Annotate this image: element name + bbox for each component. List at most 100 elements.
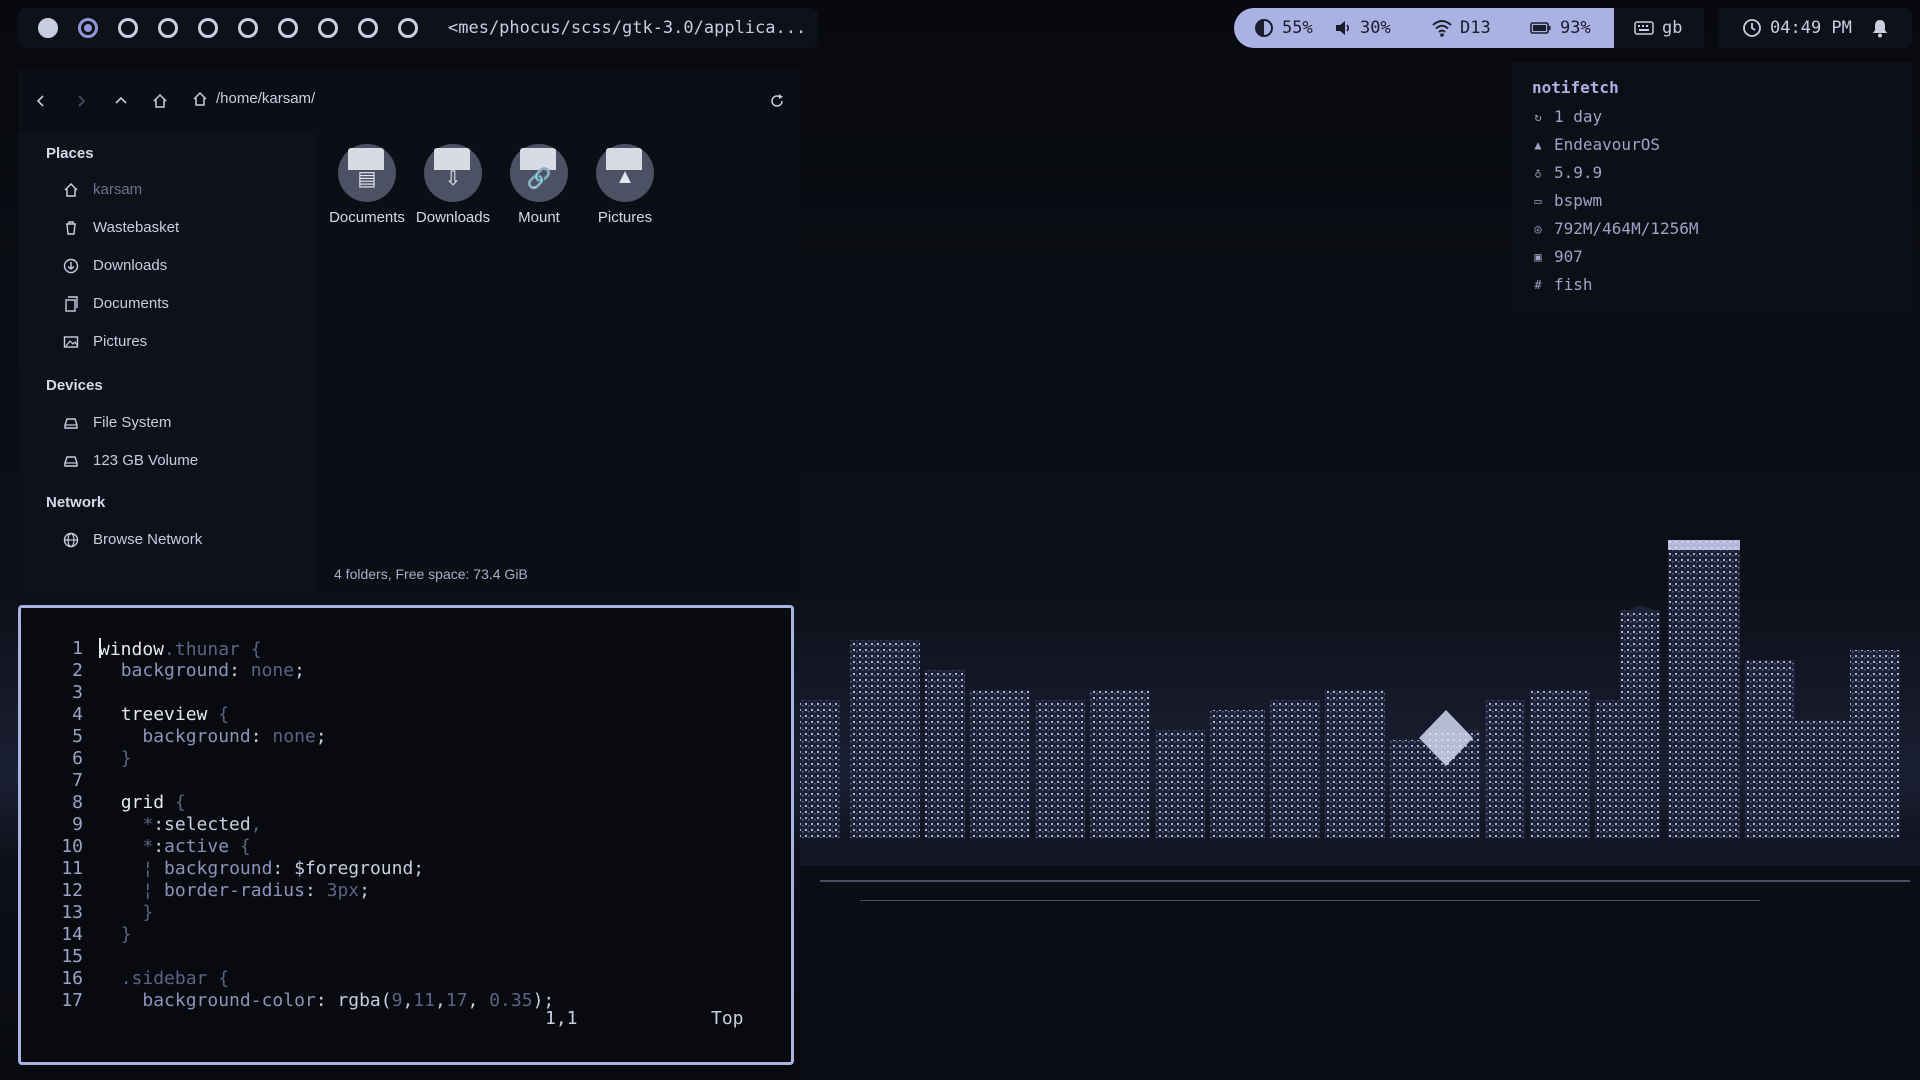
line-number: 13 bbox=[61, 902, 83, 923]
window-manager-icon: ▭ bbox=[1534, 193, 1542, 208]
keyboard-layout-indicator[interactable]: gb bbox=[1614, 8, 1704, 48]
packages-row: ▣ 907 bbox=[1532, 247, 1583, 266]
sidebar-item-karsam[interactable]: karsam bbox=[63, 181, 142, 198]
download-icon bbox=[63, 258, 79, 274]
uptime-value: 1 day bbox=[1554, 107, 1603, 126]
code-text: ¦ background: $foreground; bbox=[142, 858, 425, 879]
folder-label: Documents bbox=[329, 209, 405, 226]
volume-value: 30% bbox=[1360, 18, 1391, 38]
line-number: 2 bbox=[72, 660, 83, 681]
code-text: window.thunar { bbox=[99, 638, 262, 660]
folder-pictures[interactable]: ▲ Pictures bbox=[582, 144, 668, 226]
brightness-value: 55% bbox=[1282, 18, 1313, 38]
home-button[interactable] bbox=[149, 90, 171, 112]
line-number: 9 bbox=[72, 814, 83, 835]
kernel-value: 5.9.9 bbox=[1554, 163, 1603, 182]
up-button[interactable] bbox=[110, 90, 132, 112]
workspace-6-indicator[interactable] bbox=[238, 18, 258, 38]
code-text: } bbox=[142, 902, 154, 923]
code-line: 7 bbox=[21, 770, 781, 792]
workspace-4-indicator[interactable] bbox=[158, 18, 178, 38]
code-text: treeview { bbox=[120, 704, 230, 725]
code-text: background-color: rgba(9,11,17, 0.35); bbox=[142, 990, 555, 1011]
code-text: *:active { bbox=[142, 836, 251, 857]
volume-indicator[interactable]: 30% bbox=[1334, 18, 1391, 38]
line-number: 17 bbox=[61, 990, 83, 1011]
forward-button[interactable] bbox=[70, 90, 92, 112]
sidebar-item-pictures[interactable]: Pictures bbox=[63, 333, 147, 350]
sidebar-item-123-gb-volume[interactable]: 123 GB Volume bbox=[63, 452, 198, 469]
code-line: 2 background: none; bbox=[21, 660, 781, 682]
workspace-8-indicator[interactable] bbox=[318, 18, 338, 38]
folder-documents-icon: ▤ bbox=[338, 144, 396, 202]
workspace-3-indicator[interactable] bbox=[118, 18, 138, 38]
code-line: 1 window.thunar { bbox=[21, 638, 781, 660]
sidebar-item-label: Documents bbox=[93, 295, 169, 312]
status-pill: 55% 30% D13 93% bbox=[1234, 8, 1614, 48]
folder-downloads[interactable]: ⇩ Downloads bbox=[410, 144, 496, 226]
battery-icon bbox=[1530, 22, 1551, 34]
sidebar-item-browse-network[interactable]: Browse Network bbox=[63, 531, 202, 548]
workspace-2-indicator[interactable] bbox=[78, 18, 98, 38]
path-bar[interactable]: /home/karsam/ bbox=[192, 90, 315, 107]
chevron-up-icon bbox=[115, 96, 127, 104]
back-button[interactable] bbox=[30, 90, 52, 112]
code-text: background: none; bbox=[142, 726, 327, 747]
sidebar-item-downloads[interactable]: Downloads bbox=[63, 257, 167, 274]
workspace-5-indicator[interactable] bbox=[198, 18, 218, 38]
network-icon bbox=[63, 532, 79, 548]
line-number: 5 bbox=[72, 726, 83, 747]
folder-label: Downloads bbox=[415, 209, 491, 226]
line-number: 3 bbox=[72, 682, 83, 703]
sidebar-item-label: karsam bbox=[93, 181, 143, 198]
devices-heading: Devices bbox=[46, 377, 103, 394]
folder-link-icon: 🔗 bbox=[510, 144, 568, 202]
sidebar-item-wastebasket[interactable]: Wastebasket bbox=[63, 219, 179, 236]
home-icon bbox=[63, 182, 79, 198]
code-line: 11 ¦ background: $foreground; bbox=[21, 858, 781, 880]
code-line: 14 } bbox=[21, 924, 781, 946]
code-text: ¦ border-radius: 3px; bbox=[142, 880, 370, 901]
code-line: 17 background-color: rgba(9,11,17, 0.35)… bbox=[21, 990, 781, 1012]
clock-widget[interactable]: 04:49 PM bbox=[1718, 8, 1912, 48]
shell-icon: # bbox=[1534, 277, 1542, 292]
workspace-7-indicator[interactable] bbox=[278, 18, 298, 38]
package-icon: ▣ bbox=[1534, 249, 1542, 264]
uptime-row: ↻ 1 day bbox=[1532, 107, 1602, 126]
reload-button[interactable] bbox=[766, 90, 788, 112]
sidebar-item-label: Wastebasket bbox=[93, 219, 180, 236]
distro-icon: ▲ bbox=[1534, 137, 1542, 152]
line-number: 1 bbox=[72, 638, 83, 659]
code-editor-window[interactable]: 1 window.thunar {2 background: none; 3 4 tr… bbox=[18, 605, 794, 1065]
notifetch-panel: notifetch ↻ 1 day ▲ EndeavourOS ♁ 5.9.9 … bbox=[1512, 62, 1912, 314]
workspace-bar: <mes/phocus/scss/gtk-3.0/applica... bbox=[18, 8, 818, 48]
battery-value: 93% bbox=[1560, 18, 1591, 38]
wifi-indicator[interactable]: D13 bbox=[1432, 18, 1491, 38]
sidebar-item-label: Browse Network bbox=[93, 531, 203, 548]
documents-icon bbox=[63, 295, 79, 312]
sidebar-item-label: File System bbox=[93, 414, 172, 431]
workspace-9-indicator[interactable] bbox=[358, 18, 378, 38]
drive-icon bbox=[63, 453, 79, 469]
sidebar-item-file-system[interactable]: File System bbox=[63, 414, 171, 431]
workspace-10-indicator[interactable] bbox=[398, 18, 418, 38]
sidebar: Places karsam Wastebasket Downloads Documen… bbox=[18, 132, 316, 592]
memory-row: ◎ 792M/464M/1256M bbox=[1532, 219, 1698, 238]
brightness-icon bbox=[1255, 19, 1273, 37]
home-icon bbox=[153, 93, 167, 108]
line-number: 4 bbox=[72, 704, 83, 725]
code-line: 4 treeview { bbox=[21, 704, 781, 726]
sidebar-item-documents[interactable]: Documents bbox=[63, 295, 169, 312]
code-line: 15 bbox=[21, 946, 781, 968]
keyboard-layout-value: gb bbox=[1662, 18, 1683, 38]
battery-indicator[interactable]: 93% bbox=[1530, 18, 1591, 38]
sidebar-item-label: 123 GB Volume bbox=[93, 452, 199, 469]
line-number: 6 bbox=[72, 748, 83, 769]
folder-documents[interactable]: ▤ Documents bbox=[324, 144, 410, 226]
notification-bell-icon[interactable] bbox=[1870, 18, 1890, 38]
brightness-indicator[interactable]: 55% bbox=[1254, 18, 1313, 38]
line-number: 15 bbox=[61, 946, 83, 967]
workspace-1-indicator[interactable] bbox=[38, 18, 58, 38]
code-line: 13 } bbox=[21, 902, 781, 924]
folder-mount[interactable]: 🔗 Mount bbox=[496, 144, 582, 226]
